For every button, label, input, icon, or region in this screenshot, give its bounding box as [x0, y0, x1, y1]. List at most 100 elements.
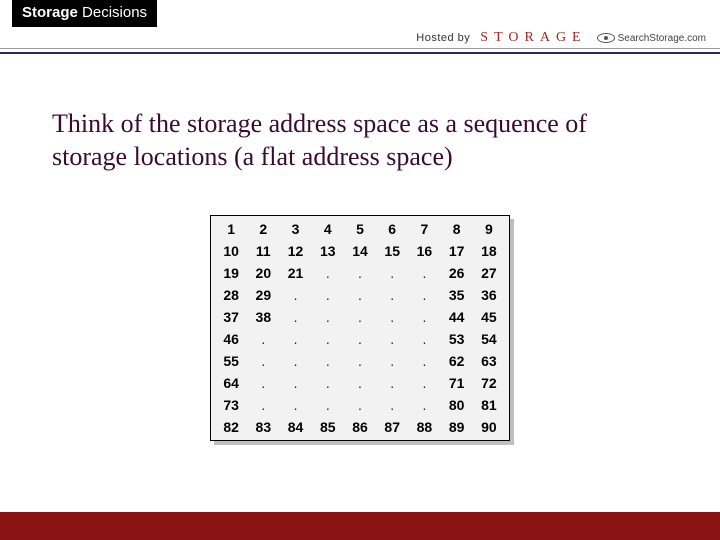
grid-cell: . [408, 262, 440, 284]
grid-cell: 14 [344, 240, 376, 262]
grid-cell: . [312, 350, 344, 372]
grid-cell: . [408, 394, 440, 416]
slide-title: Think of the storage address space as a … [52, 108, 668, 173]
grid-cell: . [312, 328, 344, 350]
grid-cell: . [344, 394, 376, 416]
grid-cell: . [376, 350, 408, 372]
grid-cell: . [408, 284, 440, 306]
grid-cell: 55 [215, 350, 247, 372]
grid-row: 2829.....3536 [215, 284, 505, 306]
grid-cell: 27 [473, 262, 505, 284]
grid-row: 101112131415161718 [215, 240, 505, 262]
grid-cell: 85 [312, 416, 344, 438]
grid-cell: 29 [247, 284, 279, 306]
grid-cell: 9 [473, 218, 505, 240]
grid-cell: 12 [279, 240, 311, 262]
grid-cell: . [247, 350, 279, 372]
divider-thick [0, 52, 720, 54]
grid-cell: 6 [376, 218, 408, 240]
grid-cell: 88 [408, 416, 440, 438]
grid-cell: . [408, 306, 440, 328]
grid-cell: . [247, 328, 279, 350]
grid-cell: 17 [441, 240, 473, 262]
grid-cell: . [344, 350, 376, 372]
grid-cell: . [312, 394, 344, 416]
grid-cell: 54 [473, 328, 505, 350]
grid-cell: . [247, 394, 279, 416]
grid-cell: . [376, 328, 408, 350]
divider-thin [0, 48, 720, 49]
grid-cell: . [279, 394, 311, 416]
grid-cell: . [376, 284, 408, 306]
hosted-by-label: Hosted by [416, 32, 470, 44]
grid-cell: 16 [408, 240, 440, 262]
grid-cell: 84 [279, 416, 311, 438]
grid-cell: 86 [344, 416, 376, 438]
brand-badge-light: Decisions [82, 4, 147, 21]
grid-cell: 71 [441, 372, 473, 394]
grid-cell: 26 [441, 262, 473, 284]
grid-cell: 82 [215, 416, 247, 438]
grid-cell: 28 [215, 284, 247, 306]
grid-cell: . [312, 306, 344, 328]
grid-cell: 73 [215, 394, 247, 416]
grid-row: 828384858687888990 [215, 416, 505, 438]
grid-cell: . [344, 328, 376, 350]
grid-cell: . [344, 372, 376, 394]
grid-cell: 35 [441, 284, 473, 306]
grid-cell: 38 [247, 306, 279, 328]
grid-cell: 83 [247, 416, 279, 438]
grid-row: 123456789 [215, 218, 505, 240]
grid-cell: . [312, 284, 344, 306]
grid-row: 192021....2627 [215, 262, 505, 284]
grid-cell: . [376, 372, 408, 394]
grid-cell: 81 [473, 394, 505, 416]
grid-cell: 89 [441, 416, 473, 438]
grid-cell: . [279, 350, 311, 372]
grid-cell: 1 [215, 218, 247, 240]
grid-cell: . [312, 262, 344, 284]
grid-cell: . [279, 372, 311, 394]
grid-cell: . [344, 284, 376, 306]
grid-cell: 87 [376, 416, 408, 438]
grid-cell: . [312, 372, 344, 394]
grid-cell: . [376, 306, 408, 328]
address-grid: 123456789101112131415161718192021....262… [210, 215, 510, 441]
grid-cell: 44 [441, 306, 473, 328]
address-grid-table: 123456789101112131415161718192021....262… [215, 218, 505, 438]
grid-cell: 45 [473, 306, 505, 328]
grid-cell: 36 [473, 284, 505, 306]
grid-cell: 5 [344, 218, 376, 240]
grid-cell: 18 [473, 240, 505, 262]
grid-cell: 8 [441, 218, 473, 240]
grid-cell: 7 [408, 218, 440, 240]
grid-cell: . [279, 284, 311, 306]
eye-icon [597, 33, 615, 43]
grid-cell: 11 [247, 240, 279, 262]
brand-badge-bold: Storage [22, 4, 78, 21]
grid-row: 3738.....4445 [215, 306, 505, 328]
grid-cell: 19 [215, 262, 247, 284]
hosted-row: Hosted by STORAGE SearchStorage.com [416, 30, 706, 46]
grid-cell: . [279, 306, 311, 328]
grid-cell: . [344, 306, 376, 328]
footer-bar [0, 512, 720, 540]
grid-cell: 21 [279, 262, 311, 284]
grid-cell: . [279, 328, 311, 350]
grid-cell: . [247, 372, 279, 394]
grid-cell: 62 [441, 350, 473, 372]
grid-cell: 2 [247, 218, 279, 240]
grid-cell: 3 [279, 218, 311, 240]
grid-cell: 80 [441, 394, 473, 416]
grid-cell: . [344, 262, 376, 284]
grid-cell: 13 [312, 240, 344, 262]
grid-cell: 64 [215, 372, 247, 394]
grid-cell: 53 [441, 328, 473, 350]
grid-cell: 10 [215, 240, 247, 262]
grid-cell: 15 [376, 240, 408, 262]
grid-cell: . [408, 350, 440, 372]
grid-row: 64......7172 [215, 372, 505, 394]
storage-logo: STORAGE [480, 30, 586, 46]
grid-row: 73......8081 [215, 394, 505, 416]
grid-cell: 72 [473, 372, 505, 394]
